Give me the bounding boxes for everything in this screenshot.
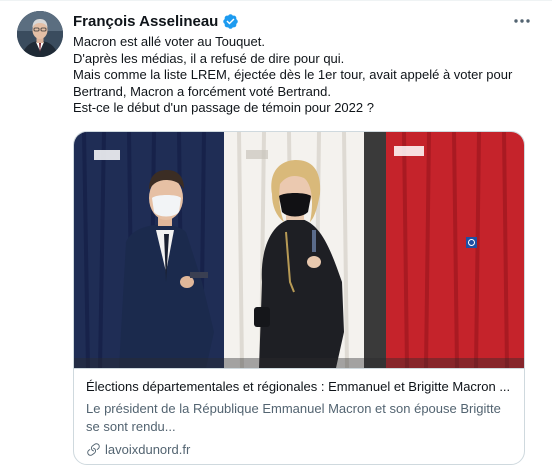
card-description-line: se sont rendu... bbox=[86, 418, 176, 434]
tweet-text: Macron est allé voter au Touquet. D'aprè… bbox=[73, 34, 533, 117]
card-description: Le président de la République Emmanuel M… bbox=[86, 400, 516, 435]
tweet[interactable]: François Asselineau Macron est allé vote… bbox=[0, 0, 552, 473]
tweet-text-line: Mais comme la liste LREM, éjectée dès le… bbox=[73, 67, 513, 82]
tweet-text-line: Est-ce le début d'un passage de témoin p… bbox=[73, 100, 374, 115]
card-description-line: Le président de la République Emmanuel M… bbox=[86, 401, 501, 416]
link-preview-card[interactable]: Élections départementales et régionales … bbox=[73, 131, 525, 465]
author-name[interactable]: François Asselineau bbox=[73, 13, 218, 30]
verified-badge-icon bbox=[222, 13, 239, 30]
card-domain: lavoixdunord.fr bbox=[105, 441, 191, 457]
card-image[interactable] bbox=[74, 132, 524, 368]
avatar[interactable] bbox=[17, 11, 63, 57]
card-photo bbox=[74, 132, 524, 368]
card-domain-row[interactable]: lavoixdunord.fr bbox=[86, 440, 190, 458]
tweet-text-line: Bertrand, Macron a forcément voté Bertra… bbox=[73, 83, 331, 99]
tweet-text-line: Macron est allé voter au Touquet. bbox=[73, 34, 265, 49]
avatar-image bbox=[17, 11, 63, 57]
tweet-header: François Asselineau bbox=[73, 11, 239, 31]
more-options-icon[interactable] bbox=[510, 11, 534, 31]
card-divider bbox=[74, 368, 524, 369]
tweet-text-line: D'après les médias, il a refusé de dire … bbox=[73, 50, 345, 66]
card-title[interactable]: Élections départementales et régionales … bbox=[86, 378, 516, 395]
link-icon bbox=[86, 442, 101, 457]
